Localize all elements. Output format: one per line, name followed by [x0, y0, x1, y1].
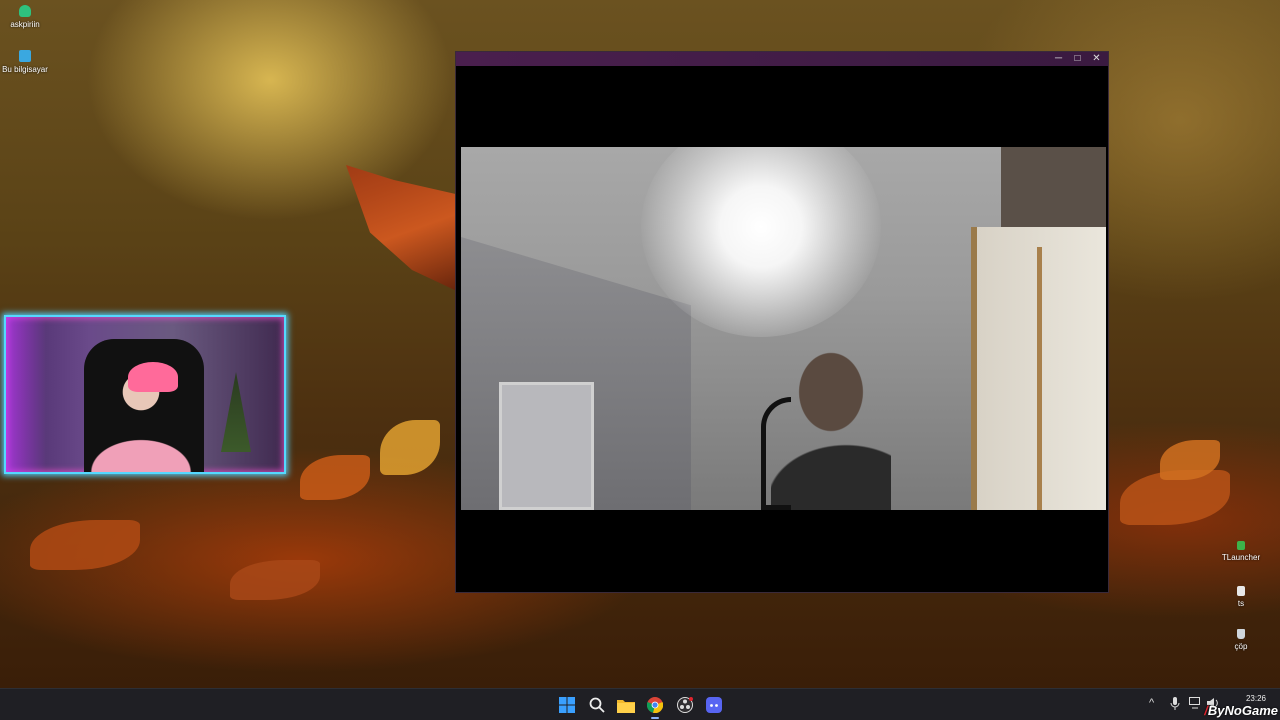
search-icon — [589, 697, 605, 713]
webcam-streamer-hair — [128, 362, 178, 392]
windows-icon — [559, 697, 575, 713]
minimize-button[interactable]: ─ — [1049, 52, 1068, 66]
video-feed[interactable] — [461, 147, 1106, 510]
close-button[interactable]: ✕ — [1087, 52, 1106, 66]
obs-icon — [677, 697, 693, 713]
wallpaper-leaf — [380, 420, 440, 475]
maximize-button[interactable]: □ — [1068, 52, 1087, 66]
desktop-icon-label: Bu bilgisayar — [2, 65, 48, 74]
desktop-icon-label: ts — [1237, 599, 1245, 608]
video-shelf — [1001, 147, 1106, 227]
desktop-icon-label: askpiriin — [10, 20, 40, 29]
desktop-icon-recycle-bin[interactable]: çöp — [1211, 629, 1271, 651]
wardrobe-seam — [1037, 247, 1042, 510]
discord-icon — [706, 697, 722, 713]
wallpaper-dragon-wing — [346, 165, 460, 293]
computer-icon — [19, 50, 31, 62]
video-microphone — [761, 397, 791, 510]
desktop-icon-label: TLauncher — [1221, 553, 1261, 562]
watermark-text: ByNoGame — [1207, 703, 1278, 718]
video-wardrobe — [971, 227, 1106, 510]
wallpaper-leaf — [300, 455, 370, 500]
desktop-icon-user[interactable]: askpiriin — [0, 5, 55, 29]
discord-button[interactable] — [702, 694, 726, 716]
wallpaper-leaf — [30, 520, 140, 570]
desktop-icon-tlauncher[interactable]: TLauncher — [1211, 541, 1271, 562]
desktop-icon-ts[interactable]: ts — [1211, 586, 1271, 608]
wallpaper-leaf — [230, 560, 320, 600]
start-button[interactable] — [555, 694, 579, 716]
window-titlebar[interactable]: ─ □ ✕ — [456, 52, 1108, 66]
video-window[interactable]: ─ □ ✕ — [455, 51, 1109, 593]
file-icon — [1237, 586, 1245, 596]
desktop-icon-this-pc[interactable]: Bu bilgisayar — [0, 50, 55, 74]
tlauncher-icon — [1237, 541, 1245, 550]
microphone-icon[interactable] — [1170, 697, 1180, 713]
network-icon[interactable] — [1189, 697, 1202, 712]
recycle-bin-icon — [1237, 629, 1245, 639]
search-button[interactable] — [585, 694, 609, 716]
tray-overflow-chevron[interactable]: ^ — [1149, 697, 1154, 709]
bynogame-watermark: /ByNoGame — [1204, 703, 1278, 718]
user-icon — [19, 5, 31, 17]
window-controls: ─ □ ✕ — [1049, 52, 1106, 66]
desktop-icon-label: çöp — [1234, 642, 1248, 651]
chrome-button[interactable] — [643, 694, 667, 719]
taskbar: ^ 23:26 — [0, 688, 1280, 720]
webcam-neon-light — [6, 317, 46, 472]
chrome-icon — [647, 697, 663, 713]
file-explorer-button[interactable] — [614, 694, 638, 716]
webcam-christmas-tree — [221, 372, 251, 452]
folder-icon — [617, 699, 635, 713]
obs-button[interactable] — [673, 694, 697, 716]
video-door — [499, 382, 594, 510]
streamer-webcam-overlay — [4, 315, 286, 474]
